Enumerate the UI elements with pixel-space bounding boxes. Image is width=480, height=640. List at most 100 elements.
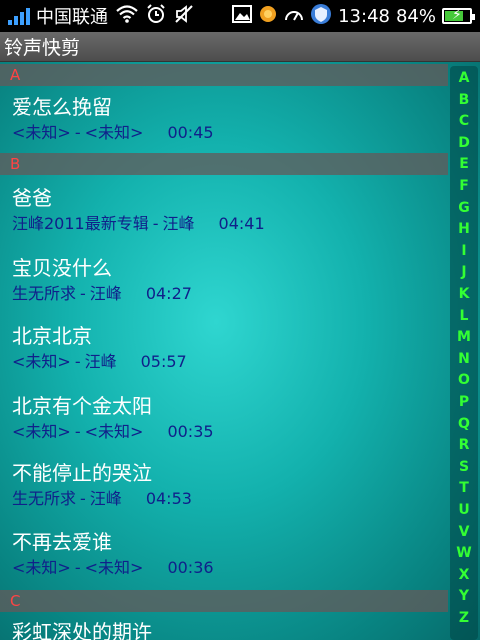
alphabet-index-bar[interactable]: ABCDEFGHIJKLMNOPQRSTUVWXYZ [450, 66, 478, 640]
index-letter-r[interactable]: R [450, 435, 478, 456]
index-letter-e[interactable]: E [450, 154, 478, 175]
song-artist: <未知> [84, 422, 144, 441]
index-letter-y[interactable]: Y [450, 586, 478, 607]
meta-separator: - [74, 123, 81, 142]
song-album: <未知> [12, 558, 71, 577]
song-duration: 05:57 [140, 352, 187, 371]
song-duration: 00:35 [167, 422, 214, 441]
song-title: 宝贝没什么 [12, 256, 112, 280]
index-letter-o[interactable]: O [450, 370, 478, 391]
index-letter-x[interactable]: X [450, 565, 478, 586]
index-letter-i[interactable]: I [450, 241, 478, 262]
index-letter-t[interactable]: T [450, 478, 478, 499]
song-title: 彩虹深处的期许 [12, 620, 152, 640]
alarm-clock-icon [146, 4, 166, 28]
song-item[interactable]: 爸爸 汪峰2011最新专辑 - 汪峰 04:41 [12, 184, 432, 236]
index-letter-b[interactable]: B [450, 90, 478, 111]
signal-strength-icon [8, 7, 30, 25]
index-letter-z[interactable]: Z [450, 608, 478, 629]
song-artist: 汪峰 [89, 489, 122, 508]
song-album: <未知> [12, 352, 71, 371]
section-header-b: B [0, 153, 448, 175]
song-album: <未知> [12, 123, 71, 142]
song-duration: 04:41 [218, 214, 265, 233]
section-header-a: A [0, 64, 448, 86]
index-letter-g[interactable]: G [450, 198, 478, 219]
meta-separator: - [152, 214, 159, 233]
image-notification-icon [232, 4, 253, 28]
security-shield-icon [310, 3, 332, 30]
song-title: 爱怎么挽留 [12, 95, 112, 119]
song-title: 不再去爱谁 [12, 530, 112, 554]
app-title: 铃声快剪 [4, 37, 81, 59]
song-album: 生无所求 [12, 489, 77, 508]
song-artist: 汪峰 [84, 352, 117, 371]
song-duration: 04:53 [145, 489, 192, 508]
section-header-c: C [0, 590, 448, 612]
index-letter-w[interactable]: W [450, 543, 478, 564]
song-item[interactable]: 不再去爱谁 <未知> - <未知> 00:36 [12, 528, 432, 580]
index-letter-h[interactable]: H [450, 219, 478, 240]
index-letter-p[interactable]: P [450, 392, 478, 413]
speedometer-icon [284, 6, 304, 27]
index-letter-v[interactable]: V [450, 522, 478, 543]
song-duration: 00:36 [167, 558, 214, 577]
song-artist: <未知> [84, 123, 144, 142]
song-artist: <未知> [84, 558, 144, 577]
index-letter-u[interactable]: U [450, 500, 478, 521]
song-duration: 04:27 [145, 284, 192, 303]
index-letter-n[interactable]: N [450, 349, 478, 370]
app-title-bar: 铃声快剪 [0, 32, 480, 62]
wifi-icon [116, 5, 138, 27]
song-title: 北京有个金太阳 [12, 394, 152, 418]
song-meta: 生无所求 - 汪峰 04:53 [12, 487, 432, 511]
meta-separator: - [74, 558, 81, 577]
song-title: 北京北京 [12, 324, 92, 348]
index-letter-l[interactable]: L [450, 306, 478, 327]
section-letter: B [10, 155, 21, 173]
index-letter-d[interactable]: D [450, 133, 478, 154]
song-album: 生无所求 [12, 284, 77, 303]
meta-separator: - [80, 489, 86, 508]
song-list[interactable]: A 爱怎么挽留 <未知> - <未知> 00:45 B 爸爸 汪峰2011最新专辑 - 汪… [0, 62, 480, 640]
song-item[interactable]: 爱怎么挽留 <未知> - <未知> 00:45 [12, 93, 432, 145]
song-artist: 汪峰 [89, 284, 122, 303]
meta-separator: - [74, 422, 81, 441]
song-item[interactable]: 彩虹深处的期许 [12, 618, 432, 640]
clock-time: 13:48 [338, 5, 390, 27]
meta-separator: - [80, 284, 86, 303]
song-duration: 00:45 [167, 123, 214, 142]
section-letter: A [10, 66, 21, 84]
index-letter-f[interactable]: F [450, 176, 478, 197]
song-meta: <未知> - 汪峰 05:57 [12, 350, 432, 374]
song-meta: <未知> - <未知> 00:36 [12, 556, 432, 580]
song-meta: <未知> - <未知> 00:35 [12, 420, 432, 444]
song-meta: 汪峰2011最新专辑 - 汪峰 04:41 [12, 212, 432, 236]
index-letter-a[interactable]: A [450, 68, 478, 89]
song-item[interactable]: 不能停止的哭泣 生无所求 - 汪峰 04:53 [12, 459, 432, 511]
index-letter-c[interactable]: C [450, 111, 478, 132]
index-letter-k[interactable]: K [450, 284, 478, 305]
song-item[interactable]: 北京北京 <未知> - 汪峰 05:57 [12, 322, 432, 374]
carrier-name: 中国联通 [36, 7, 108, 28]
mute-icon [174, 4, 194, 28]
status-bar: 中国联通 13:48 84% ⚡ [0, 0, 480, 32]
index-letter-j[interactable]: J [450, 262, 478, 283]
song-title: 不能停止的哭泣 [12, 461, 152, 485]
song-item[interactable]: 北京有个金太阳 <未知> - <未知> 00:35 [12, 392, 432, 444]
song-item[interactable]: 宝贝没什么 生无所求 - 汪峰 04:27 [12, 254, 432, 306]
song-title: 爸爸 [12, 186, 52, 210]
app-notification-icon [258, 4, 278, 29]
meta-separator: - [74, 352, 81, 371]
index-letter-s[interactable]: S [450, 457, 478, 478]
song-album: 汪峰2011最新专辑 [12, 214, 149, 233]
index-letter-m[interactable]: M [450, 327, 478, 348]
index-letter-q[interactable]: Q [450, 414, 478, 435]
song-album: <未知> [12, 422, 71, 441]
battery-icon: ⚡ [442, 7, 475, 24]
song-meta: 生无所求 - 汪峰 04:27 [12, 282, 432, 306]
song-artist: 汪峰 [162, 214, 195, 233]
section-letter: C [10, 592, 21, 610]
song-meta: <未知> - <未知> 00:45 [12, 121, 432, 145]
battery-percent: 84% [395, 5, 436, 27]
